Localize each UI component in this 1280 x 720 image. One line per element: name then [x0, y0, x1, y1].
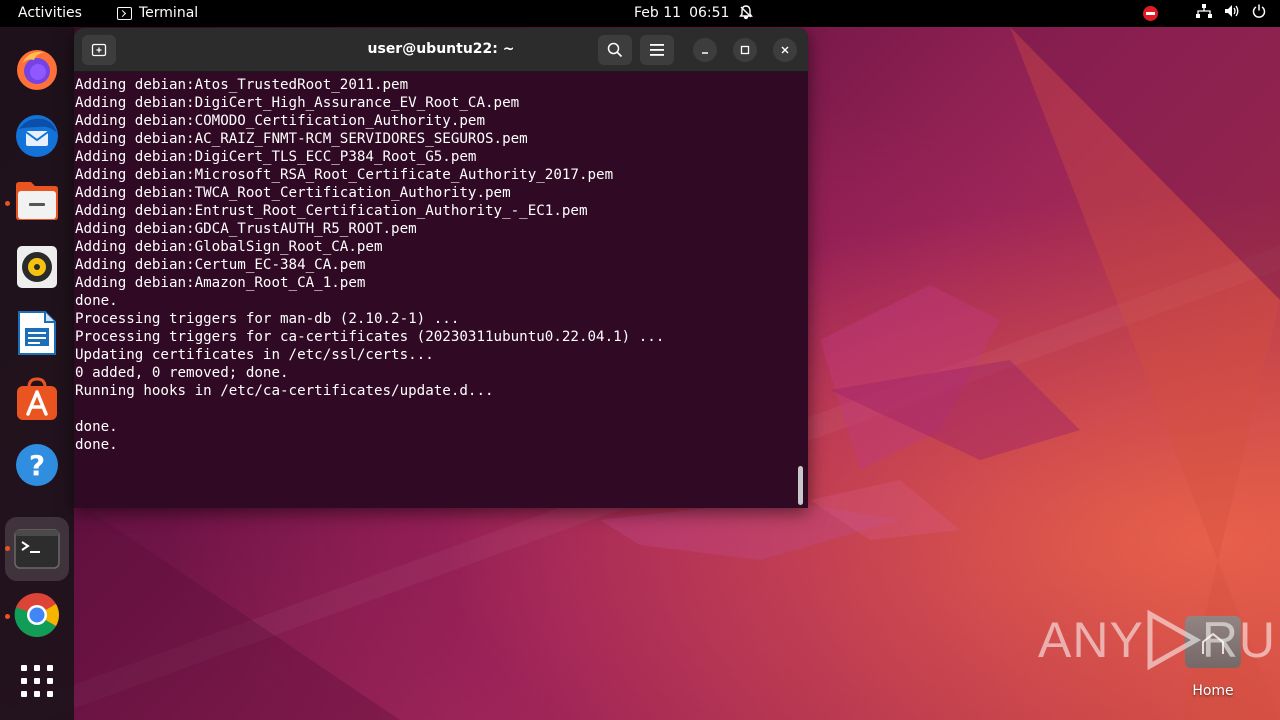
terminal-line: Adding debian:COMODO_Certification_Autho… [75, 113, 485, 129]
notification-bell-icon[interactable] [738, 4, 754, 24]
dock-running-indicator [5, 614, 10, 619]
watermark-logo: ANY [1038, 612, 1144, 668]
app-grid-icon [21, 665, 53, 697]
power-icon [1252, 4, 1266, 22]
terminal-line: Adding debian:GDCA_TrustAUTH_R5_ROOT.pem [75, 221, 417, 237]
files-icon [16, 182, 58, 220]
dock-item-rhythmbox[interactable] [11, 241, 63, 293]
terminal-line: Adding debian:DigiCert_TLS_ECC_P384_Root… [75, 149, 477, 165]
dock-item-chrome[interactable] [11, 589, 63, 641]
terminal-app-icon [117, 6, 132, 20]
terminal-line: Adding debian:TWCA_Root_Certification_Au… [75, 185, 511, 201]
dock-item-help[interactable]: ? [11, 439, 63, 491]
dock: ? [0, 27, 74, 720]
dock-running-indicator [5, 201, 10, 206]
terminal-scrollbar[interactable] [798, 466, 803, 505]
terminal-line: Adding debian:Atos_TrustedRoot_2011.pem [75, 77, 409, 93]
terminal-line: done. [75, 437, 118, 453]
rhythmbox-icon [17, 246, 57, 288]
dock-item-thunderbird[interactable] [11, 109, 63, 161]
terminal-line: Updating certificates in /etc/ssl/certs.… [75, 347, 434, 363]
app-menu-label: Terminal [139, 5, 199, 21]
activities-button[interactable]: Activities [18, 5, 82, 21]
search-button[interactable] [598, 35, 632, 65]
terminal-output[interactable]: Adding debian:Atos_TrustedRoot_2011.pem A… [74, 72, 808, 508]
dock-item-files[interactable] [11, 175, 63, 227]
terminal-line: Processing triggers for ca-certificates … [75, 329, 665, 345]
watermark-logo-run: RUN [1201, 612, 1280, 668]
search-icon [607, 42, 623, 58]
network-icon [1196, 4, 1212, 22]
hamburger-menu-icon [650, 44, 664, 56]
terminal-icon [14, 529, 60, 569]
terminal-line: Adding debian:Amazon_Root_CA_1.pem [75, 275, 366, 291]
terminal-line: 0 added, 0 removed; done. [75, 365, 289, 381]
terminal-line: Adding debian:GlobalSign_Root_CA.pem [75, 239, 383, 255]
terminal-line: Adding debian:Entrust_Root_Certification… [75, 203, 588, 219]
terminal-line: done. [75, 419, 118, 435]
dock-item-app-center[interactable] [11, 373, 63, 425]
close-button[interactable] [773, 38, 797, 62]
clock-date: Feb 11 [634, 5, 682, 21]
thunderbird-icon [16, 115, 58, 157]
top-bar: Activities Terminal Feb 11 06:51 [0, 0, 1280, 27]
minimize-icon [702, 52, 708, 54]
menu-button[interactable] [640, 35, 674, 65]
volume-icon [1224, 4, 1240, 22]
clock[interactable]: Feb 11 06:51 [634, 5, 729, 21]
terminal-line: Running hooks in /etc/ca-certificates/up… [75, 383, 494, 399]
anyrun-watermark: ANY RUN [1038, 610, 1280, 670]
app-menu[interactable]: Terminal [117, 5, 198, 21]
close-icon [781, 46, 789, 54]
terminal-line: Adding debian:DigiCert_High_Assurance_EV… [75, 95, 520, 111]
watermark-play-icon [1147, 610, 1201, 670]
dock-item-show-apps[interactable] [11, 655, 63, 707]
do-not-disturb-icon[interactable] [1143, 5, 1158, 21]
dock-item-firefox[interactable] [11, 43, 63, 95]
terminal-line: Adding debian:Microsoft_RSA_Root_Certifi… [75, 167, 614, 183]
help-icon: ? [16, 444, 58, 486]
system-menu[interactable] [1143, 4, 1266, 22]
chrome-icon [14, 593, 59, 637]
maximize-button[interactable] [733, 38, 757, 62]
clock-time: 06:51 [689, 5, 730, 21]
svg-text:?: ? [29, 449, 45, 482]
home-label: Home [1192, 683, 1234, 699]
dock-item-terminal[interactable] [11, 523, 63, 575]
terminal-window[interactable]: user@ubuntu22: ~ Adding debian:Atos_Trus… [74, 28, 808, 508]
firefox-icon [17, 50, 57, 90]
maximize-icon [740, 45, 750, 55]
terminal-line: Adding debian:Certum_EC-384_CA.pem [75, 257, 366, 273]
minimize-button[interactable] [693, 38, 717, 62]
dock-running-indicator [5, 546, 10, 551]
writer-icon [18, 311, 56, 355]
app-center-icon [17, 377, 57, 420]
terminal-line: Adding debian:AC_RAIZ_FNMT-RCM_SERVIDORE… [75, 131, 528, 147]
dock-item-writer[interactable] [11, 307, 63, 359]
terminal-header-bar[interactable]: user@ubuntu22: ~ [74, 28, 808, 72]
terminal-line: Processing triggers for man-db (2.10.2-1… [75, 311, 460, 327]
terminal-line: done. [75, 293, 118, 309]
